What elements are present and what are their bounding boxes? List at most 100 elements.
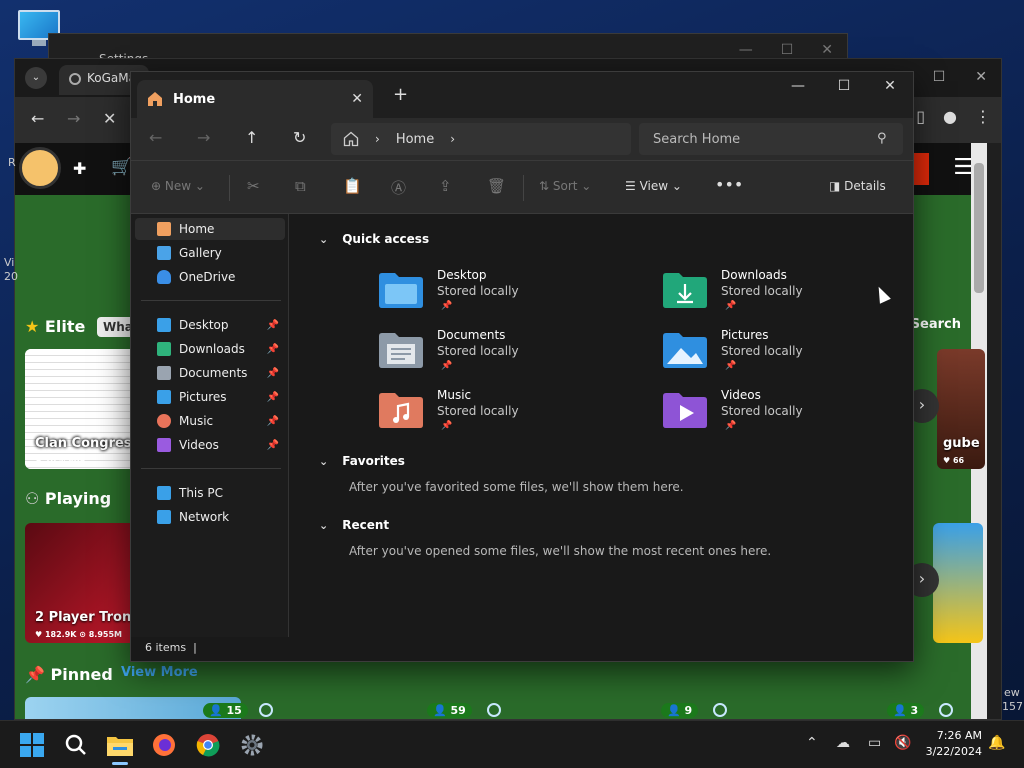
cut-icon[interactable]: ✂ bbox=[247, 177, 260, 195]
network-icon[interactable]: ▭ bbox=[868, 735, 881, 751]
search-icon: ⚲ bbox=[877, 131, 887, 146]
game-card-competitive[interactable] bbox=[933, 523, 983, 643]
sidebar-icon[interactable]: ▯ bbox=[916, 107, 925, 126]
search-input[interactable] bbox=[639, 123, 903, 155]
player-count-badge: 👤 59 bbox=[427, 703, 472, 718]
navigation-pane: Home Gallery OneDrive Desktop 📌 Downloads… bbox=[131, 214, 289, 639]
taskbar-search-button[interactable] bbox=[60, 729, 92, 761]
back-icon[interactable]: ← bbox=[149, 128, 162, 147]
nav-item-desktop[interactable]: Desktop 📌 bbox=[135, 314, 285, 336]
minimize-icon[interactable]: — bbox=[739, 42, 753, 58]
pin-icon[interactable]: 📌 bbox=[267, 320, 279, 331]
quick-access-documents[interactable]: Documents Stored locally 📌 bbox=[379, 328, 639, 384]
nav-item-home[interactable]: Home bbox=[135, 218, 285, 240]
nav-item-onedrive[interactable]: OneDrive bbox=[135, 266, 285, 288]
new-tab-button[interactable]: + bbox=[393, 84, 408, 105]
quick-access-pictures[interactable]: Pictures Stored locally 📌 bbox=[663, 328, 923, 384]
clock-date: 3/22/2024 bbox=[925, 745, 982, 758]
share-icon[interactable]: ⇪ bbox=[439, 177, 452, 195]
pin-icon[interactable]: 📌 bbox=[267, 416, 279, 427]
game-card-clan-congress[interactable]: Clan Congress ♥ 10 ⊙ 809 bbox=[25, 349, 135, 469]
rename-icon[interactable]: Ⓐ bbox=[391, 177, 406, 198]
forward-icon[interactable]: → bbox=[67, 109, 80, 128]
maximize-icon[interactable]: ☐ bbox=[781, 42, 794, 58]
delete-icon[interactable]: 🗑 bbox=[487, 177, 506, 195]
view-more-link[interactable]: View More bbox=[121, 665, 198, 680]
pin-icon[interactable]: 📌 bbox=[267, 344, 279, 355]
pin-icon[interactable]: 📌 bbox=[267, 392, 279, 403]
game-card-gube[interactable]: gube ♥ 66 bbox=[937, 349, 985, 469]
explorer-tab-home[interactable]: Home ✕ bbox=[137, 80, 373, 118]
up-icon[interactable]: ↑ bbox=[245, 128, 258, 147]
quick-access-music[interactable]: Music Stored locally 📌 bbox=[379, 388, 639, 444]
minimize-icon[interactable]: — bbox=[775, 72, 821, 102]
chevron-down-icon[interactable]: ⌄ bbox=[319, 455, 328, 468]
quick-access-desktop[interactable]: Desktop Stored locally 📌 bbox=[379, 268, 639, 324]
nav-item-gallery[interactable]: Gallery bbox=[135, 242, 285, 264]
item-count: 6 items bbox=[145, 641, 187, 654]
taskbar-settings[interactable] bbox=[236, 729, 268, 761]
tab-search-button[interactable]: ⌄ bbox=[25, 67, 47, 89]
close-icon[interactable]: ✕ bbox=[867, 72, 913, 102]
smile-icon bbox=[487, 703, 501, 717]
nav-item-documents[interactable]: Documents 📌 bbox=[135, 362, 285, 384]
close-tab-icon[interactable]: ✕ bbox=[351, 91, 363, 107]
maximize-icon[interactable]: ☐ bbox=[933, 69, 946, 85]
breadcrumb-home[interactable]: Home bbox=[396, 132, 434, 147]
nav-item-music[interactable]: Music 📌 bbox=[135, 410, 285, 432]
nav-item-pictures[interactable]: Pictures 📌 bbox=[135, 386, 285, 408]
chevron-right-icon[interactable]: › bbox=[450, 132, 455, 146]
refresh-icon[interactable]: ↻ bbox=[293, 128, 306, 147]
pin-icon: 📌 bbox=[441, 301, 453, 311]
taskbar-file-explorer[interactable] bbox=[104, 729, 136, 765]
view-button[interactable]: ☰ View ⌄ bbox=[625, 179, 682, 193]
cart-icon[interactable]: 🛒 bbox=[111, 157, 132, 177]
quick-access-videos[interactable]: Videos Stored locally 📌 bbox=[663, 388, 923, 444]
gamepad-icon[interactable]: ✚ bbox=[73, 159, 86, 178]
stop-icon[interactable]: ✕ bbox=[103, 109, 116, 128]
taskbar-firefox[interactable] bbox=[148, 729, 180, 761]
forward-icon[interactable]: → bbox=[197, 128, 210, 147]
taskbar-chrome[interactable] bbox=[192, 729, 224, 761]
onedrive-offline-icon[interactable]: ☁ bbox=[836, 735, 850, 751]
back-icon[interactable]: ← bbox=[31, 109, 44, 128]
nav-item-this-pc[interactable]: This PC bbox=[135, 482, 285, 504]
game-card-2-player-tron[interactable]: 2 Player Tron ♥ 182.9K ⊙ 8.955M bbox=[25, 523, 135, 643]
paste-icon[interactable]: 📋 bbox=[343, 177, 362, 195]
more-options-icon[interactable]: ••• bbox=[715, 175, 743, 194]
close-icon[interactable]: ✕ bbox=[975, 69, 987, 85]
more-menu-icon[interactable]: ⋮ bbox=[975, 107, 991, 126]
new-button[interactable]: ⊕ New ⌄ bbox=[151, 179, 205, 193]
clock[interactable]: 7:26 AM 3/22/2024 bbox=[926, 728, 982, 760]
sort-button[interactable]: ⇅ Sort ⌄ bbox=[539, 179, 591, 193]
profile-icon[interactable]: ● bbox=[943, 107, 957, 126]
quick-access-header[interactable]: ⌄ Quick access bbox=[319, 232, 429, 246]
copy-icon[interactable]: ⧉ bbox=[295, 177, 306, 195]
chevron-up-icon[interactable]: ⌃ bbox=[806, 735, 818, 751]
chevron-down-icon[interactable]: ⌄ bbox=[319, 233, 328, 246]
pictures-icon bbox=[157, 390, 171, 404]
pin-icon: 📌 bbox=[441, 361, 453, 371]
volume-muted-icon[interactable]: 🔇 bbox=[894, 735, 911, 751]
videos-folder-icon bbox=[663, 393, 707, 428]
nav-item-downloads[interactable]: Downloads 📌 bbox=[135, 338, 285, 360]
pin-icon[interactable]: 📌 bbox=[267, 440, 279, 451]
documents-folder-icon bbox=[379, 333, 423, 368]
nav-item-network[interactable]: Network bbox=[135, 506, 285, 528]
favorites-header[interactable]: ⌄ Favorites bbox=[319, 454, 405, 468]
close-icon[interactable]: ✕ bbox=[821, 42, 833, 58]
details-button[interactable]: ◨ Details bbox=[829, 179, 886, 193]
pin-icon[interactable]: 📌 bbox=[267, 368, 279, 379]
address-bar[interactable]: › Home › bbox=[331, 123, 631, 155]
start-button[interactable] bbox=[16, 729, 48, 761]
nav-item-videos[interactable]: Videos 📌 bbox=[135, 434, 285, 456]
maximize-icon[interactable]: ☐ bbox=[821, 72, 867, 102]
playing-heading: ⚇ Playing bbox=[25, 489, 112, 508]
notification-bell-icon[interactable]: 🔔 bbox=[988, 735, 1005, 751]
kogama-logo[interactable] bbox=[19, 147, 61, 189]
recent-header[interactable]: ⌄ Recent bbox=[319, 518, 389, 532]
file-explorer-window[interactable]: Home ✕ + — ☐ ✕ ← → ↑ ↻ › Home › ⚲ ⊕ New … bbox=[130, 71, 914, 662]
background-text-fragment: 20 bbox=[4, 270, 18, 283]
pc-icon bbox=[157, 486, 171, 500]
chevron-down-icon[interactable]: ⌄ bbox=[319, 519, 328, 532]
